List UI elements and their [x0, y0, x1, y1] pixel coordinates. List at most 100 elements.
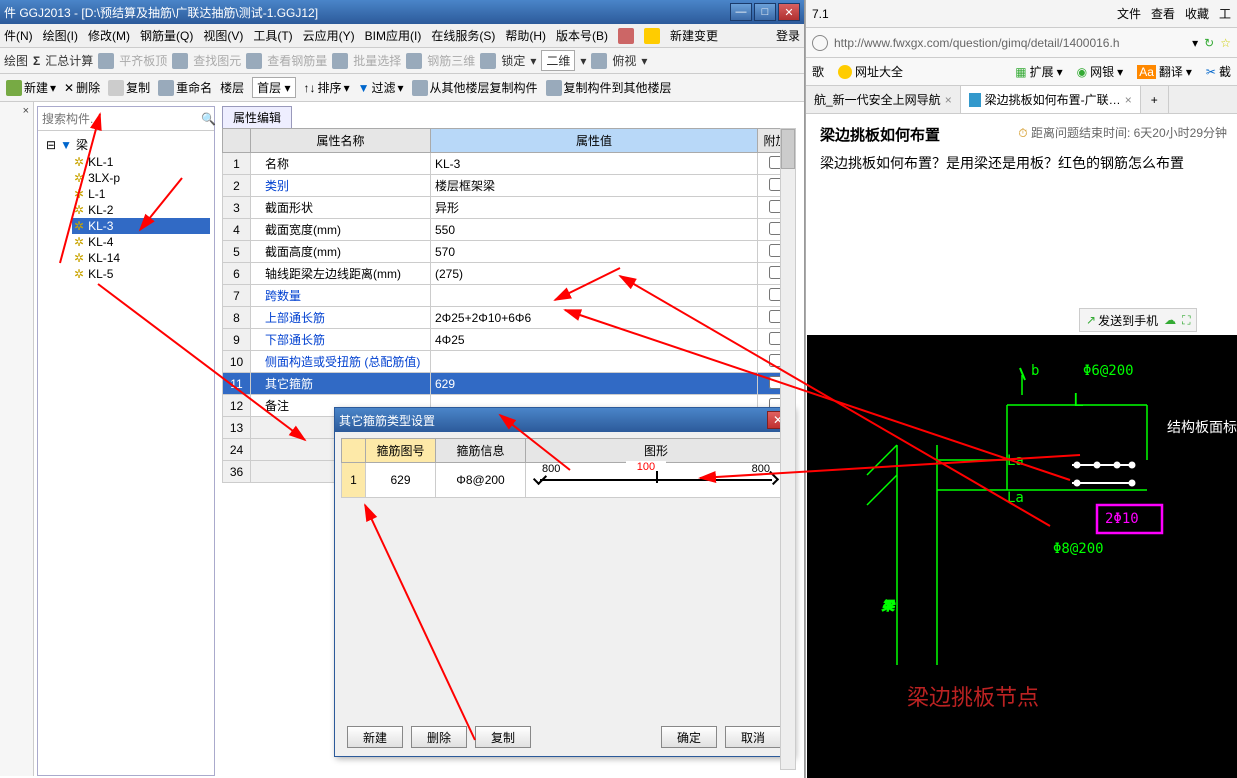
prop-row[interactable]: 7跨数量: [223, 285, 794, 307]
login-button[interactable]: 登录: [776, 27, 800, 44]
menu-edit[interactable]: 修改(M): [88, 27, 130, 44]
dim-select[interactable]: 二维: [541, 50, 575, 71]
br-menu-file[interactable]: 文件: [1117, 5, 1141, 22]
tree-root-beam[interactable]: ⊟▼梁: [46, 135, 210, 154]
dlg-code[interactable]: 629: [366, 463, 436, 498]
tab-close-icon[interactable]: ×: [945, 93, 952, 107]
dlg-copy-button[interactable]: 复制: [475, 726, 531, 748]
tb-overlook[interactable]: 俯视: [612, 52, 636, 69]
prop-row[interactable]: 4截面宽度(mm)550: [223, 219, 794, 241]
tree-item[interactable]: ✲KL-4: [72, 234, 210, 250]
menu-file[interactable]: 件(N): [4, 27, 33, 44]
dlg-info[interactable]: Φ8@200: [436, 463, 526, 498]
prop-row[interactable]: 3截面形状异形: [223, 197, 794, 219]
menu-rebar[interactable]: 钢筋量(Q): [140, 27, 193, 44]
property-scrollbar[interactable]: [780, 128, 796, 770]
star-icon[interactable]: ☆: [1220, 36, 1231, 50]
dlg-hdr-info[interactable]: 箍筋信息: [436, 439, 526, 463]
tb2-sort[interactable]: ↑↓排序▾: [304, 79, 350, 96]
dlg-cancel-button[interactable]: 取消: [725, 726, 781, 748]
tree-item[interactable]: ✲KL-5: [72, 266, 210, 282]
newchange-icon[interactable]: [644, 28, 660, 44]
dlg-hdr-code[interactable]: 箍筋图号: [366, 439, 436, 463]
prop-row[interactable]: 5截面高度(mm)570: [223, 241, 794, 263]
tb-batchsel[interactable]: 批量选择: [353, 52, 401, 69]
send-phone-button[interactable]: ↗发送到手机: [1086, 312, 1158, 329]
tb2-copyfrom[interactable]: 从其他楼层复制构件: [412, 79, 538, 96]
ln-close[interactable]: ×: [0, 102, 33, 120]
menu-version[interactable]: 版本号(B): [556, 27, 608, 44]
fav-ext[interactable]: ▦扩展▾: [1015, 63, 1062, 80]
prop-row[interactable]: 2类别楼层框架梁: [223, 175, 794, 197]
tb-lock[interactable]: 锁定: [501, 52, 525, 69]
cad-phi6: Φ6@200: [1083, 363, 1134, 379]
tb2-new[interactable]: 新建▾: [6, 79, 56, 96]
br-menu-fav[interactable]: 收藏: [1185, 5, 1209, 22]
tb-viewrebar[interactable]: 查看钢筋量: [267, 52, 327, 69]
address-bar[interactable]: http://www.fwxgx.com/question/gimq/detai…: [834, 36, 1186, 50]
search-input[interactable]: [38, 110, 201, 128]
shape-mid-input[interactable]: [626, 461, 666, 473]
cad-b: b: [1031, 363, 1039, 379]
fav-songs[interactable]: 歌: [812, 63, 824, 80]
menu-tools[interactable]: 工具(T): [253, 27, 292, 44]
tb2-delete[interactable]: ✕删除: [64, 79, 100, 96]
expand-icon[interactable]: ⛶: [1182, 313, 1190, 328]
gear-icon: ✲: [74, 219, 84, 233]
menu-online[interactable]: 在线服务(S): [431, 27, 495, 44]
tree-item[interactable]: ✲KL-1: [72, 154, 210, 170]
dlg-shape[interactable]: 800 800: [530, 465, 782, 495]
new-tab-button[interactable]: +: [1141, 86, 1169, 113]
prop-row[interactable]: 1名称KL-3: [223, 153, 794, 175]
dlg-new-button[interactable]: 新建: [347, 726, 403, 748]
tb2-filter[interactable]: ▼过滤▾: [358, 79, 404, 96]
tb2-rename[interactable]: 重命名: [158, 79, 212, 96]
tree-item[interactable]: ✲KL-3: [72, 218, 210, 234]
tb-find[interactable]: 查找图元: [193, 52, 241, 69]
tree-item[interactable]: ✲3LX-p: [72, 170, 210, 186]
menu-newchange[interactable]: 新建变更: [670, 27, 718, 44]
browser-tab-0[interactable]: 航_新一代安全上网导航 ×: [806, 86, 961, 113]
maximize-button[interactable]: □: [754, 3, 776, 21]
dlg-del-button[interactable]: 删除: [411, 726, 467, 748]
tab-close-icon[interactable]: ×: [1125, 93, 1132, 107]
prop-row[interactable]: 10侧面构造或受扭筋 (总配筋值): [223, 351, 794, 373]
refresh-icon[interactable]: ↻: [1204, 36, 1214, 50]
floor-select[interactable]: 首层 ▾: [252, 77, 295, 98]
dlg-hdr-shape[interactable]: 图形: [526, 439, 787, 463]
find-icon: [172, 53, 188, 69]
br-menu-tools[interactable]: 工: [1219, 5, 1231, 22]
fav-trans[interactable]: Aa翻译▾: [1137, 63, 1192, 80]
tb-rebar3d[interactable]: 钢筋三维: [427, 52, 475, 69]
tb2-copyto[interactable]: 复制构件到其他楼层: [546, 79, 672, 96]
property-tab[interactable]: 属性编辑: [222, 106, 292, 128]
cad-viewport[interactable]: 梁 b Φ6@200 L 结构板面标 La La 2Φ10 Φ8@200 梁边挑…: [807, 335, 1237, 778]
dropdown-icon[interactable]: ▾: [1192, 36, 1198, 50]
fav-bank[interactable]: ◉网银▾: [1077, 63, 1124, 80]
br-menu-view[interactable]: 查看: [1151, 5, 1175, 22]
menu-bim[interactable]: BIM应用(I): [365, 27, 422, 44]
prop-row[interactable]: 11其它箍筋629: [223, 373, 794, 395]
tb-sumcalc[interactable]: 汇总计算: [45, 52, 93, 69]
prop-row[interactable]: 8上部通长筋2Φ25+2Φ10+6Φ6: [223, 307, 794, 329]
tree-item[interactable]: ✲KL-14: [72, 250, 210, 266]
menu-cloud[interactable]: 云应用(Y): [303, 27, 355, 44]
menu-draw[interactable]: 绘图(I): [43, 27, 78, 44]
minimize-button[interactable]: —: [730, 3, 752, 21]
prop-row[interactable]: 6轴线距梁左边线距离(mm)(275): [223, 263, 794, 285]
menu-help[interactable]: 帮助(H): [505, 27, 546, 44]
fav-shot[interactable]: ✂截: [1206, 63, 1231, 80]
tree-item[interactable]: ✲KL-2: [72, 202, 210, 218]
dlg-ok-button[interactable]: 确定: [661, 726, 717, 748]
tb-drawing[interactable]: 绘图: [4, 52, 28, 69]
cloud-icon[interactable]: ☁: [1164, 313, 1176, 327]
tb2-copy[interactable]: 复制: [108, 79, 150, 96]
fav-sites[interactable]: 网址大全: [838, 63, 903, 80]
browser-tab-1[interactable]: 梁边挑板如何布置-广联达服务 ×: [961, 86, 1141, 113]
prop-row[interactable]: 9下部通长筋4Φ25: [223, 329, 794, 351]
menu-view[interactable]: 视图(V): [203, 27, 243, 44]
tb-flatslab[interactable]: 平齐板顶: [119, 52, 167, 69]
close-button[interactable]: ✕: [778, 3, 800, 21]
tree-item[interactable]: ✲L-1: [72, 186, 210, 202]
search-icon[interactable]: 🔍: [201, 112, 216, 126]
